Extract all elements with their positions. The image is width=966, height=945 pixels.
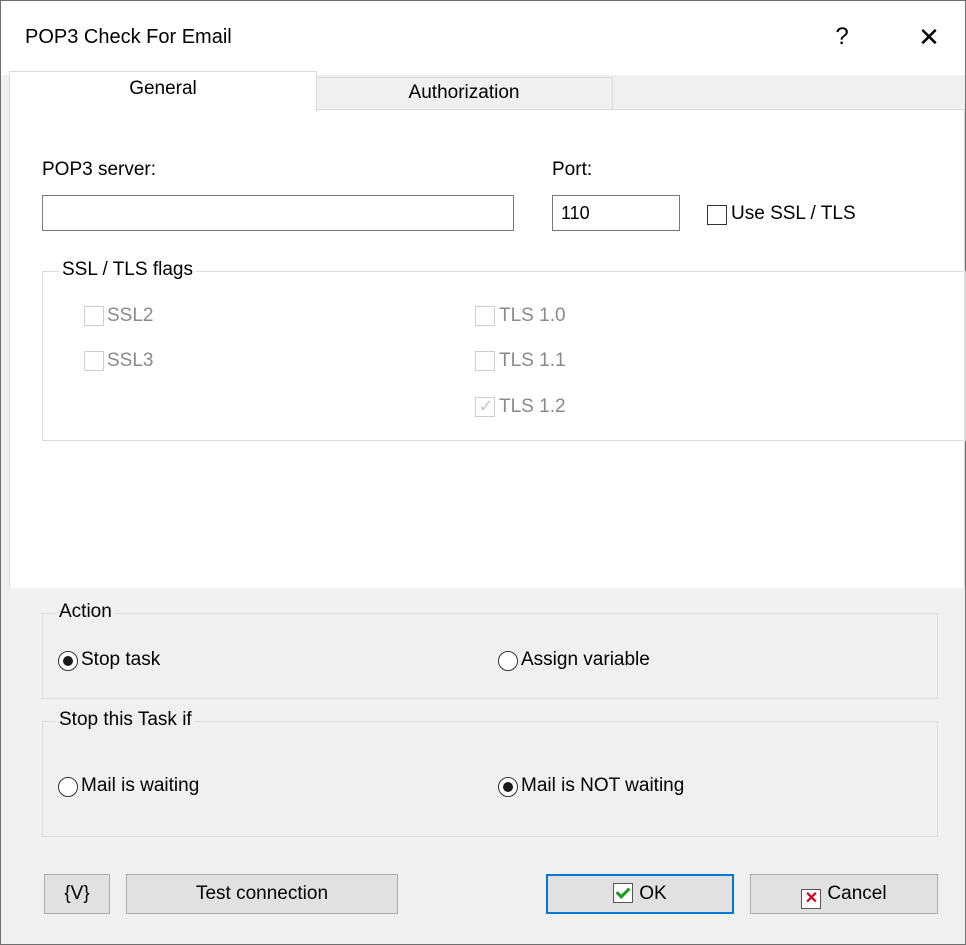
test-connection-button[interactable]: Test connection: [126, 874, 398, 914]
server-label: POP3 server:: [42, 159, 157, 180]
tls12-checkbox[interactable]: ✓: [475, 396, 495, 417]
tls11-label: TLS 1.1: [499, 350, 566, 371]
mail-not-waiting-radio[interactable]: [498, 777, 518, 797]
tab-label: Authorization: [408, 82, 520, 103]
stop-task-radio[interactable]: [58, 651, 78, 671]
stop-if-title: Stop this Task if: [56, 709, 195, 731]
tab-authorization[interactable]: Authorization: [315, 77, 613, 110]
window-title: POP3 Check For Email: [25, 26, 232, 48]
assign-variable-radio[interactable]: [498, 651, 518, 671]
mail-waiting-label: Mail is waiting: [81, 775, 200, 796]
server-input[interactable]: [42, 195, 514, 231]
tab-general[interactable]: General: [9, 71, 317, 112]
variables-button-label: {V}: [64, 883, 90, 904]
mail-waiting-radio[interactable]: [58, 777, 78, 797]
ssl-tls-flags-title: SSL / TLS flags: [59, 259, 196, 281]
tls10-label: TLS 1.0: [499, 305, 566, 326]
tab-label: General: [129, 78, 197, 99]
ssl3-label: SSL3: [107, 350, 154, 371]
tls10-checkbox[interactable]: [475, 306, 495, 326]
action-title: Action: [56, 601, 115, 623]
ok-check-icon: [613, 883, 634, 903]
action-group: [42, 613, 938, 699]
stop-task-label: Stop task: [81, 649, 161, 670]
ok-button[interactable]: OK: [546, 874, 734, 914]
tls12-label: TLS 1.2: [499, 396, 566, 417]
title-bar: POP3 Check For Email ? ✕: [1, 1, 965, 75]
assign-variable-label: Assign variable: [521, 649, 650, 670]
port-input[interactable]: [552, 195, 680, 231]
cancel-x-icon: ✕: [801, 889, 822, 909]
cancel-button[interactable]: ✕ Cancel: [750, 874, 938, 914]
checkmark-icon: ✓: [478, 396, 494, 416]
variables-button[interactable]: {V}: [44, 874, 110, 914]
ssl3-checkbox[interactable]: [84, 351, 104, 371]
cancel-label: Cancel: [827, 883, 887, 904]
close-icon[interactable]: ✕: [909, 19, 949, 55]
dialog-window: POP3 Check For Email ? ✕ Authorization G…: [0, 0, 966, 945]
mail-not-waiting-label: Mail is NOT waiting: [521, 775, 685, 796]
test-connection-label: Test connection: [195, 883, 329, 904]
use-ssl-label: Use SSL / TLS: [731, 203, 856, 224]
ok-label: OK: [639, 883, 667, 904]
ssl2-label: SSL2: [107, 305, 154, 326]
tls11-checkbox[interactable]: [475, 351, 495, 371]
port-label: Port:: [552, 159, 593, 180]
use-ssl-checkbox[interactable]: [707, 205, 727, 225]
help-icon[interactable]: ?: [827, 19, 857, 55]
ssl2-checkbox[interactable]: [84, 306, 104, 326]
